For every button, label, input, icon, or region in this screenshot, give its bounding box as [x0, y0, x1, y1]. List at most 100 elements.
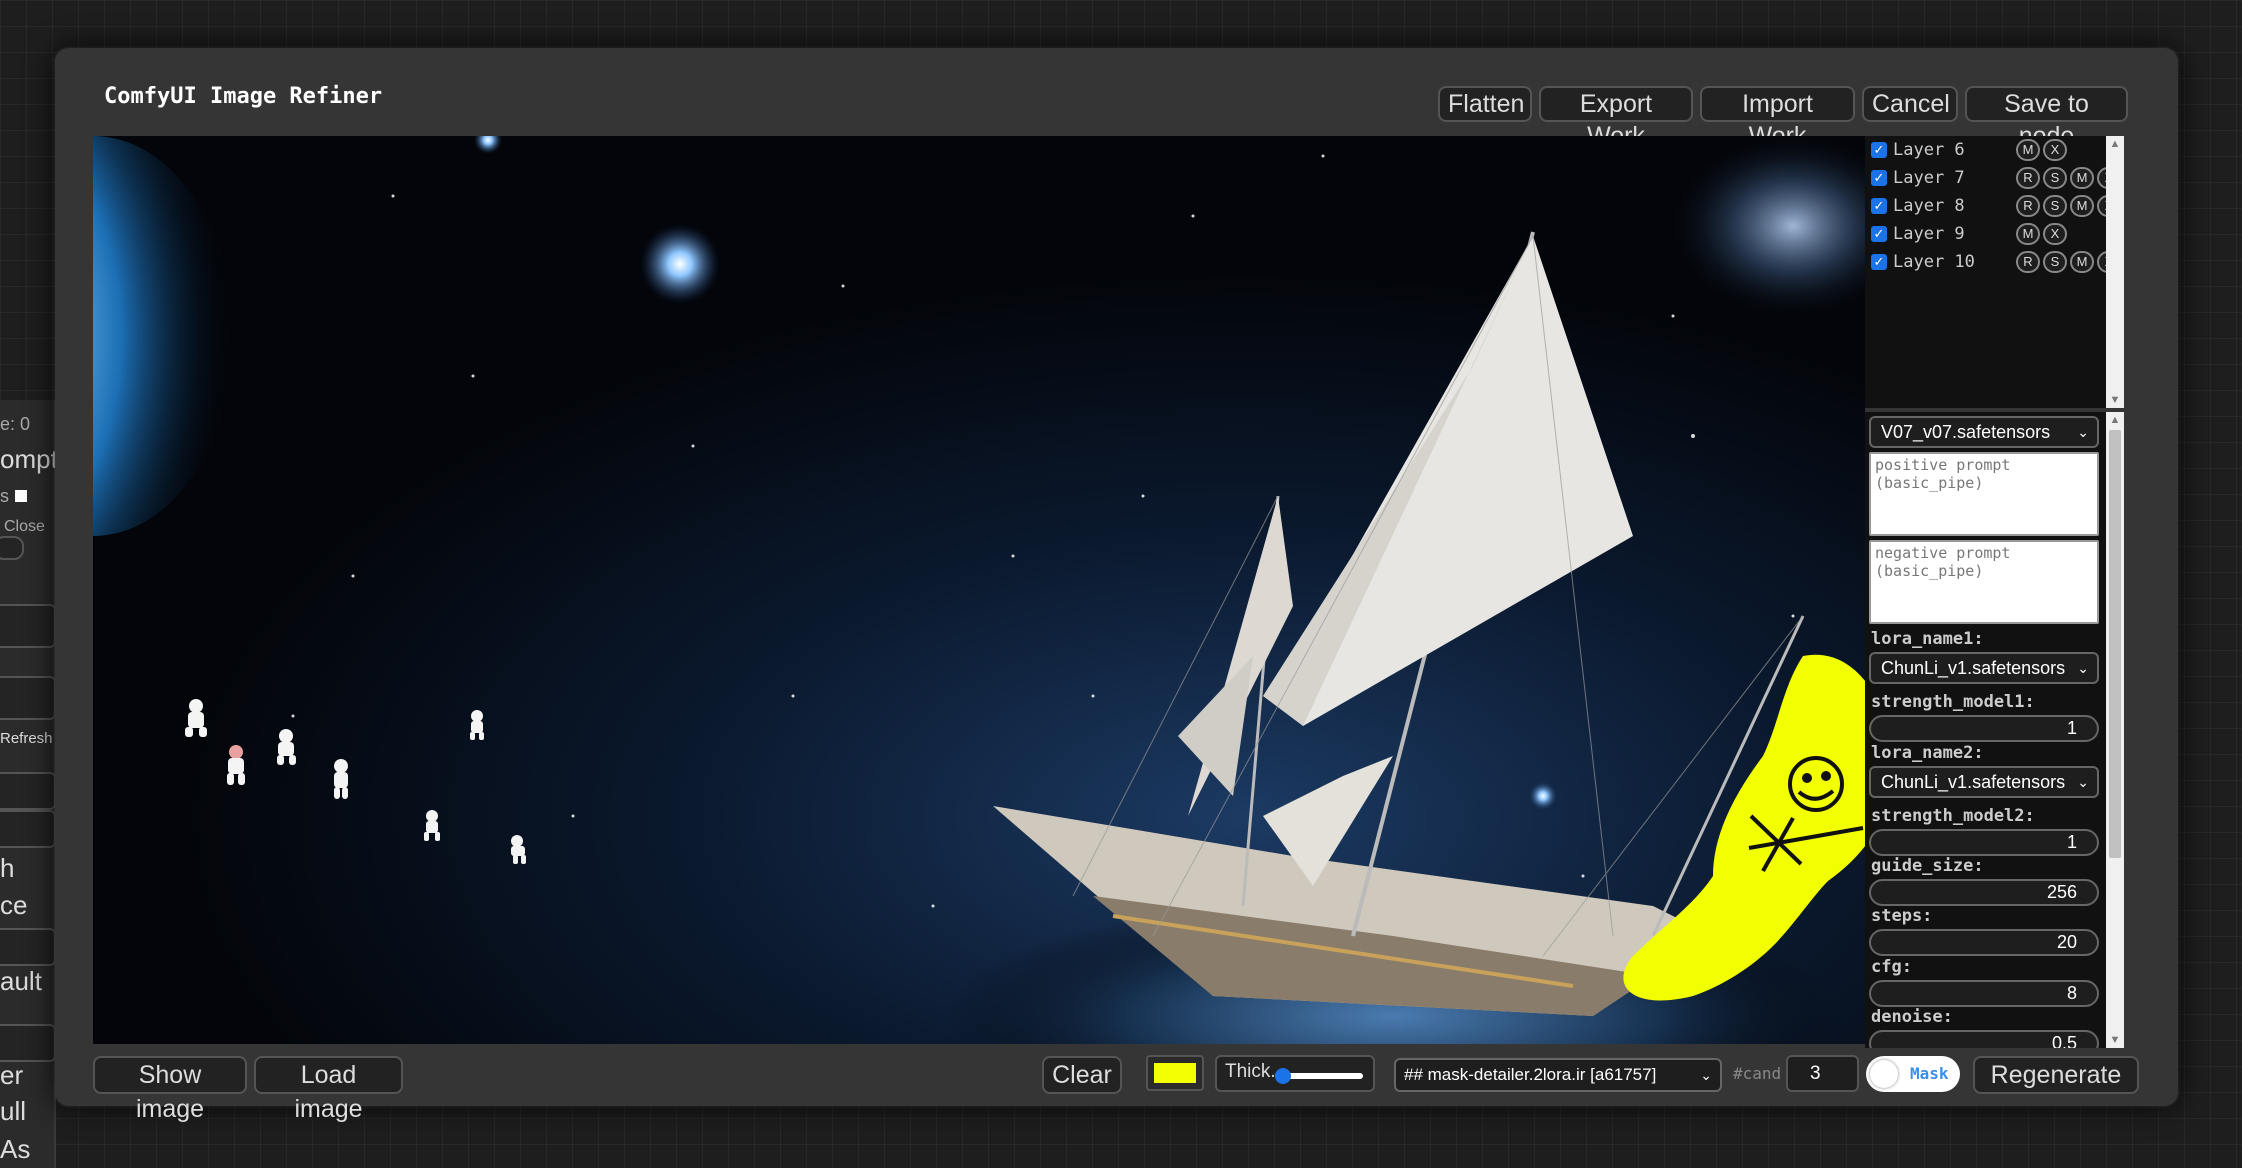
layer-mask-button[interactable]: M: [2016, 223, 2040, 245]
checkpoint-select[interactable]: V07_v07.safetensors ⌄: [1869, 416, 2099, 448]
scroll-down-icon[interactable]: ▼: [2106, 392, 2124, 408]
sidebar-button[interactable]: [0, 928, 56, 966]
scroll-up-icon[interactable]: ▲: [2106, 412, 2124, 428]
sidebar-button-label[interactable]: As: [0, 1134, 30, 1165]
layer-mask-button[interactable]: M: [2070, 251, 2094, 273]
dialog-title: ComfyUI Image Refiner: [104, 84, 383, 109]
detailer-select[interactable]: ## mask-detailer.2lora.ir [a61757] ⌄: [1394, 1058, 1722, 1092]
sidebar-button[interactable]: [0, 1024, 56, 1062]
sidebar-button[interactable]: [0, 676, 56, 720]
layer-name: Layer 9: [1893, 224, 1965, 244]
scroll-down-icon[interactable]: ▼: [2106, 1032, 2124, 1048]
cancel-button[interactable]: Cancel: [1862, 86, 1958, 122]
scroll-up-icon[interactable]: ▲: [2106, 136, 2124, 152]
positive-prompt-textarea[interactable]: positive prompt (basic_pipe): [1869, 452, 2099, 536]
layer-name: Layer 8: [1893, 196, 1965, 216]
load-image-button[interactable]: Load image: [254, 1056, 403, 1123]
sidebar-button-label[interactable]: er: [0, 1060, 23, 1091]
mask-toggle[interactable]: Mask: [1866, 1056, 1960, 1092]
widgets-panel: V07_v07.safetensors ⌄ positive prompt (b…: [1865, 412, 2124, 1048]
canvas-image: [93, 136, 1865, 1044]
denoise-input[interactable]: 0.5: [1869, 1030, 2099, 1048]
layer-name: Layer 6: [1893, 140, 1965, 160]
flatten-button[interactable]: Flatten: [1438, 86, 1532, 122]
show-image-button[interactable]: Show image: [93, 1056, 247, 1123]
layer-row: ✓ Layer 10 R S M X: [1871, 249, 2121, 275]
sidebar-button[interactable]: [0, 772, 56, 810]
cand-label: #cand: [1733, 1064, 1782, 1083]
mask-toggle-label: Mask: [1910, 1064, 1949, 1083]
layer-mask-button[interactable]: M: [2070, 195, 2094, 217]
steps-input[interactable]: 20: [1869, 929, 2099, 956]
sidebar-button-label[interactable]: h: [0, 853, 14, 884]
detailer-value: ## mask-detailer.2lora.ir [a61757]: [1404, 1065, 1657, 1084]
strength-model1-input[interactable]: 1: [1869, 715, 2099, 742]
guide-size-label: guide_size:: [1871, 856, 1984, 876]
queue-size-text: e: 0: [0, 414, 31, 434]
brush-color-picker[interactable]: [1146, 1055, 1204, 1091]
denoise-label: denoise:: [1871, 1007, 1953, 1027]
cfg-input[interactable]: 8: [1869, 980, 2099, 1007]
chevron-down-icon: ⌄: [2077, 660, 2089, 676]
chevron-down-icon: ⌄: [2077, 424, 2089, 440]
layer-name: Layer 10: [1893, 252, 1975, 272]
regenerate-button[interactable]: Regenerate: [1973, 1056, 2139, 1094]
lora-name2-value: ChunLi_v1.safetensors: [1881, 772, 2066, 792]
cand-input[interactable]: 3: [1786, 1055, 1859, 1092]
clear-button[interactable]: Clear: [1042, 1056, 1122, 1094]
guide-size-input[interactable]: 256: [1869, 879, 2099, 906]
sidebar-button-label[interactable]: ce: [0, 890, 27, 921]
layer-regenerate-button[interactable]: R: [2016, 251, 2040, 273]
layer-mask-button[interactable]: M: [2016, 139, 2040, 161]
import-work-button[interactable]: Import Work: [1700, 86, 1855, 150]
thickness-slider[interactable]: [1275, 1068, 1363, 1084]
layers-panel: ✓ Layer 6 M X ✓ Layer 7 R S M X ✓ Layer …: [1865, 136, 2124, 408]
refresh-button[interactable]: Refresh: [0, 730, 53, 747]
layer-regenerate-button[interactable]: R: [2016, 167, 2040, 189]
layer-visibility-checkbox[interactable]: ✓: [1871, 170, 1887, 186]
queue-prompt-button[interactable]: ompt: [0, 444, 58, 475]
chevron-down-icon: ⌄: [2077, 774, 2089, 790]
sidebar-button-label[interactable]: ault: [0, 966, 42, 997]
thickness-label: Thick.: [1225, 1061, 1276, 1082]
layer-visibility-checkbox[interactable]: ✓: [1871, 198, 1887, 214]
cfg-label: cfg:: [1871, 957, 1912, 977]
thickness-slider-knob[interactable]: [1275, 1068, 1292, 1084]
layer-row: ✓ Layer 8 R S M X: [1871, 193, 2121, 219]
layers-scrollbar[interactable]: ▲ ▼: [2106, 136, 2124, 408]
steps-label: steps:: [1871, 906, 1933, 926]
mask-toggle-knob: [1870, 1060, 1898, 1088]
export-work-button[interactable]: Export Work: [1539, 86, 1693, 150]
brush-thickness-control: Thick.: [1215, 1055, 1375, 1092]
close-button[interactable]: Close: [4, 518, 45, 536]
layer-delete-button[interactable]: X: [2043, 139, 2067, 161]
background-sidebar: e: 0 ompt s Close Refresh h ce ault er u…: [0, 400, 58, 1168]
layer-select-button[interactable]: S: [2043, 195, 2067, 217]
layer-select-button[interactable]: S: [2043, 167, 2067, 189]
layer-select-button[interactable]: S: [2043, 251, 2067, 273]
image-canvas[interactable]: [93, 136, 1865, 1044]
negative-prompt-textarea[interactable]: negative prompt (basic_pipe): [1869, 540, 2099, 624]
layer-row: ✓ Layer 9 M X: [1871, 221, 2067, 247]
layer-visibility-checkbox[interactable]: ✓: [1871, 142, 1887, 158]
sidebar-toggle[interactable]: [0, 536, 24, 560]
save-to-node-button[interactable]: Save to node: [1965, 86, 2128, 150]
widgets-scrollbar[interactable]: ▲ ▼: [2106, 412, 2124, 1048]
layer-visibility-checkbox[interactable]: ✓: [1871, 254, 1887, 270]
lora-name1-select[interactable]: ChunLi_v1.safetensors ⌄: [1869, 652, 2099, 684]
layer-name: Layer 7: [1893, 168, 1965, 188]
layer-delete-button[interactable]: X: [2043, 223, 2067, 245]
checkpoint-value: V07_v07.safetensors: [1881, 422, 2051, 442]
lora-name2-select[interactable]: ChunLi_v1.safetensors ⌄: [1869, 766, 2099, 798]
sidebar-button[interactable]: [0, 604, 56, 648]
extra-options-label: s: [0, 486, 27, 507]
extra-options-checkbox[interactable]: [15, 490, 27, 502]
layer-regenerate-button[interactable]: R: [2016, 195, 2040, 217]
sidebar-button-label[interactable]: ull: [0, 1096, 26, 1127]
lora-name1-label: lora_name1:: [1871, 629, 1984, 649]
layer-mask-button[interactable]: M: [2070, 167, 2094, 189]
layer-visibility-checkbox[interactable]: ✓: [1871, 226, 1887, 242]
sidebar-button[interactable]: [0, 810, 56, 848]
scroll-thumb[interactable]: [2109, 430, 2121, 858]
strength-model2-input[interactable]: 1: [1869, 829, 2099, 856]
